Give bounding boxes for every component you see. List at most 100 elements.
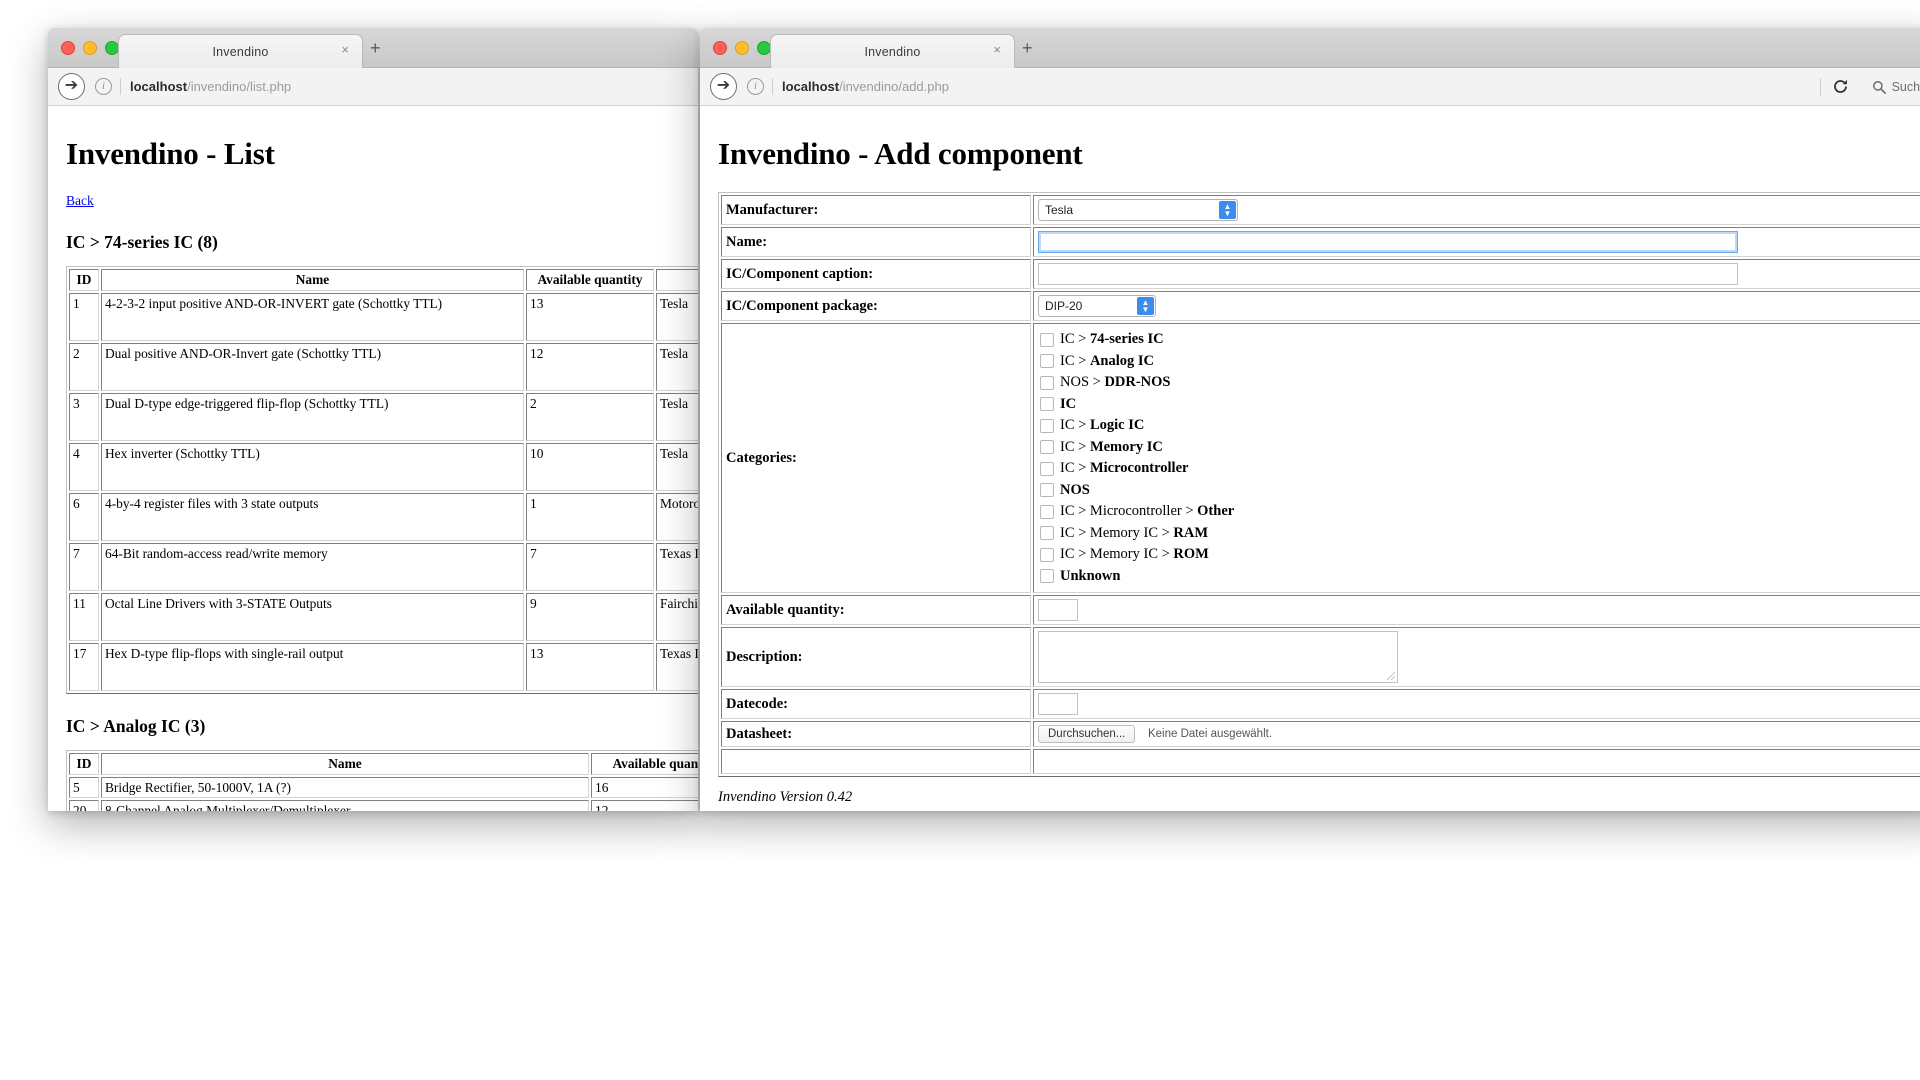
back-link[interactable]: Back (66, 193, 94, 209)
checkbox-icon[interactable] (1040, 354, 1054, 369)
category-checkbox-row[interactable]: IC (1040, 394, 1920, 416)
browser-tab-list[interactable]: Invendino × (118, 34, 363, 68)
back-arrow-icon: ➔ (64, 77, 79, 94)
categories-checkbox-list[interactable]: IC > 74-series IC IC > Analog IC NOS > DDR… (1038, 327, 1920, 589)
checkbox-icon[interactable] (1040, 526, 1054, 541)
name-label: Name: (721, 227, 1031, 257)
table-row[interactable]: 4 Hex inverter (Schottky TTL) 10 Tesla (69, 442, 698, 491)
table-cell: 7 (526, 542, 654, 591)
checkbox-icon[interactable] (1040, 332, 1054, 347)
version-footer: Invendino Version 0.42 (718, 789, 853, 805)
back-button[interactable]: ➔ (710, 73, 737, 100)
caption-input[interactable] (1038, 263, 1738, 285)
page-viewport-left[interactable]: Invendino - List Back IC > 74-series IC … (48, 106, 698, 811)
table-row[interactable]: 11 Octal Line Drivers with 3-STATE Output… (69, 592, 698, 641)
form-row-datasheet: Datasheet: Durchsuchen... Keine Datei au… (721, 721, 1920, 747)
package-select[interactable]: DIP-20 ▲ ▼ (1038, 295, 1156, 317)
checkbox-icon[interactable] (1040, 440, 1054, 455)
table-row[interactable]: 3 Dual D-type edge-triggered flip-flop (S… (69, 392, 698, 441)
manufacturer-select[interactable]: Tesla ▲ ▼ (1038, 199, 1238, 221)
close-window-button[interactable] (61, 41, 75, 55)
site-info-icon[interactable]: i (747, 78, 764, 95)
page-title: Invendino - Add component (718, 136, 1083, 171)
category-checkbox-row[interactable]: Unknown (1040, 566, 1920, 588)
category-checkbox-row[interactable]: NOS > DDR-NOS (1040, 372, 1920, 394)
table-cell: Tesla (656, 442, 698, 491)
new-tab-button[interactable]: + (370, 39, 381, 57)
checkbox-icon[interactable] (1040, 375, 1054, 390)
table-row[interactable]: 17 Hex D-type flip-flops with single-rail… (69, 642, 698, 691)
category-checkbox-row[interactable]: IC > Microcontroller (1040, 458, 1920, 480)
checkbox-icon[interactable] (1040, 397, 1054, 412)
window-controls-left[interactable] (61, 41, 119, 55)
quantity-input[interactable] (1038, 599, 1078, 621)
new-tab-button[interactable]: + (1022, 39, 1033, 57)
form-row-caption: IC/Component caption: (721, 259, 1920, 289)
list-sections: IC > 74-series IC (8) ID Name Available qua… (66, 232, 698, 811)
maximize-window-button[interactable] (105, 41, 119, 55)
minimize-window-button[interactable] (735, 41, 749, 55)
datecode-input[interactable] (1038, 693, 1078, 715)
tab-close-icon[interactable]: × (341, 43, 349, 57)
description-label: Description: (721, 627, 1031, 687)
category-checkbox-row[interactable]: IC > Logic IC (1040, 415, 1920, 437)
checkbox-icon[interactable] (1040, 504, 1054, 519)
category-checkbox-row[interactable]: IC > Memory IC > ROM (1040, 544, 1920, 566)
back-button[interactable]: ➔ (58, 73, 85, 100)
browser-window-list[interactable]: Invendino × + ➔ i localhost/invendino/li… (48, 28, 698, 811)
description-textarea[interactable] (1038, 631, 1398, 683)
table-row[interactable]: 7 64-Bit random-access read/write memory 7… (69, 542, 698, 591)
site-info-icon[interactable]: i (95, 78, 112, 95)
form-row-name: Name: (721, 227, 1920, 257)
datecode-cell (1033, 689, 1920, 719)
manufacturer-select-control[interactable]: Tesla (1038, 199, 1238, 221)
table-cell: 13 (526, 642, 654, 691)
category-checkbox-row[interactable]: IC > Memory IC > RAM (1040, 523, 1920, 545)
form-row-datecode: Datecode: (721, 689, 1920, 719)
checkbox-icon[interactable] (1040, 569, 1054, 584)
category-checkbox-row[interactable]: IC > Memory IC (1040, 437, 1920, 459)
reload-button[interactable] (1828, 76, 1854, 98)
table-row[interactable]: 1 4-2-3-2 input positive AND-OR-INVERT ga… (69, 292, 698, 341)
table-cell: 10 (526, 442, 654, 491)
table-row[interactable]: 2 Dual positive AND-OR-Invert gate (Schot… (69, 342, 698, 391)
category-label: IC > Memory IC > RAM (1060, 524, 1209, 541)
category-checkbox-row[interactable]: IC > 74-series IC (1040, 329, 1920, 351)
url-host: localhost (130, 79, 188, 94)
browser-tab-add[interactable]: Invendino × (770, 34, 1015, 68)
checkbox-icon[interactable] (1040, 483, 1054, 498)
table-cell: 4-by-4 register files with 3 state outpu… (101, 492, 524, 541)
table-cell: Bridge Rectifier, 50-1000V, 1A (?) (101, 776, 589, 799)
category-label: NOS > DDR-NOS (1060, 374, 1171, 391)
package-select-control[interactable]: DIP-20 (1038, 295, 1156, 317)
search-placeholder: Suchen (1891, 79, 1920, 94)
window-controls-right[interactable] (713, 41, 771, 55)
page-viewport-right[interactable]: Invendino - Add component Manufacturer: … (700, 106, 1920, 811)
name-input[interactable] (1038, 231, 1738, 253)
toolbar-left: ➔ i localhost/invendino/list.php (48, 68, 698, 106)
category-checkbox-row[interactable]: IC > Microcontroller > Other (1040, 501, 1920, 523)
table-cell: 4-2-3-2 input positive AND-OR-INVERT gat… (101, 292, 524, 341)
table-row[interactable]: 20 8-Channel Analog Multiplexer/Demultipl… (69, 800, 698, 811)
maximize-window-button[interactable] (757, 41, 771, 55)
search-field[interactable]: Suchen (1864, 77, 1920, 97)
close-window-button[interactable] (713, 41, 727, 55)
column-header: Manufacturer (656, 269, 698, 291)
minimize-window-button[interactable] (83, 41, 97, 55)
address-bar[interactable]: localhost/invendino/list.php (130, 79, 291, 94)
table-row[interactable]: 6 4-by-4 register files with 3 state outp… (69, 492, 698, 541)
checkbox-icon[interactable] (1040, 547, 1054, 562)
tab-close-icon[interactable]: × (993, 43, 1001, 57)
table-cell: Texas Instruments (656, 542, 698, 591)
checkbox-icon[interactable] (1040, 418, 1054, 433)
file-browse-button[interactable]: Durchsuchen... (1038, 725, 1136, 743)
table-cell: Dual D-type edge-triggered flip-flop (Sc… (101, 392, 524, 441)
browser-window-add[interactable]: Invendino × + ➔ i localhost/invendino/ad… (700, 28, 1920, 811)
quantity-label: Available quantity: (721, 595, 1031, 625)
table-row[interactable]: 5Bridge Rectifier, 50-1000V, 1A (?)16Unk… (69, 776, 698, 799)
address-bar[interactable]: localhost/invendino/add.php (782, 79, 949, 94)
category-checkbox-row[interactable]: NOS (1040, 480, 1920, 502)
checkbox-icon[interactable] (1040, 461, 1054, 476)
description-cell (1033, 627, 1920, 687)
category-checkbox-row[interactable]: IC > Analog IC (1040, 351, 1920, 373)
